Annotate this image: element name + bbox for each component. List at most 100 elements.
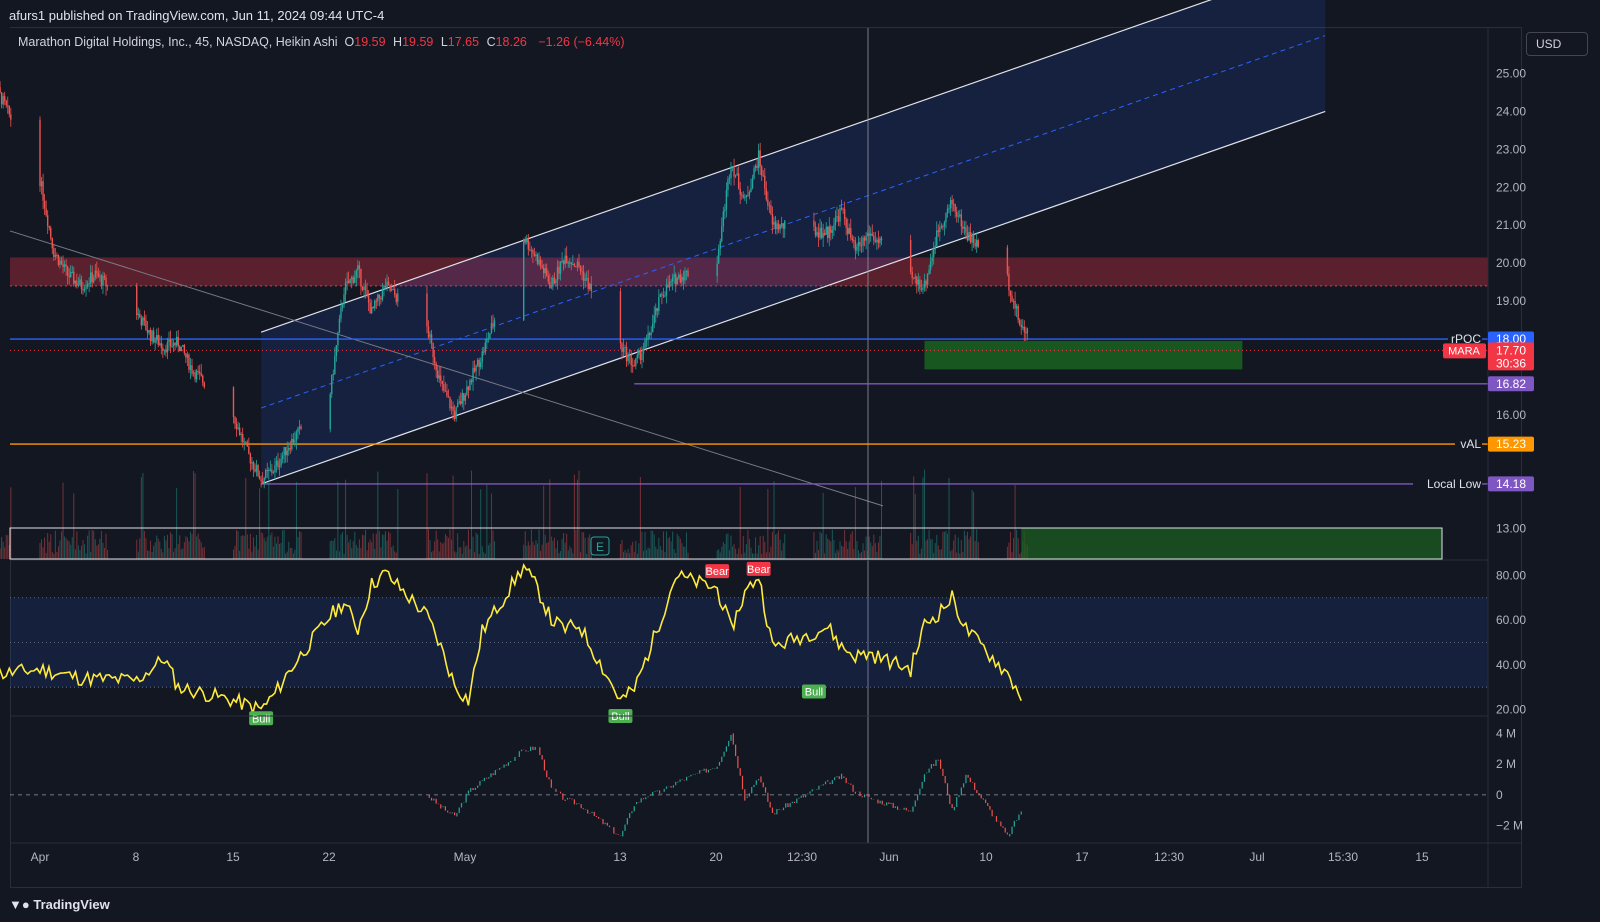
volume-bar xyxy=(438,551,440,559)
candle-body xyxy=(751,178,754,189)
volume-bar xyxy=(334,538,336,559)
volume-bar xyxy=(469,548,471,559)
candle-body xyxy=(871,233,873,236)
delta-pane[interactable] xyxy=(10,733,1488,837)
volume-bar xyxy=(466,545,468,559)
candle-body xyxy=(102,275,104,286)
volume-bar xyxy=(464,546,466,559)
volume-bar xyxy=(277,536,279,559)
volume-bar xyxy=(355,544,357,559)
volume-bar xyxy=(951,549,953,559)
candle-body xyxy=(682,276,685,281)
tradingview-logo[interactable]: ▼● TradingView xyxy=(9,897,110,912)
candle-body xyxy=(932,249,935,258)
level-label: Local Low xyxy=(1427,477,1481,491)
candle-body xyxy=(535,254,537,257)
volume-bar xyxy=(837,551,839,559)
volume-bar xyxy=(368,542,370,559)
candle-body xyxy=(940,226,943,228)
volume-bar xyxy=(853,549,855,559)
candle-body xyxy=(962,226,964,229)
volume-bar xyxy=(848,541,850,559)
price-tick-label: 25.00 xyxy=(1496,67,1526,81)
volume-bar xyxy=(833,540,835,559)
chart-svg[interactable]: E BullBullBullBearBearBull 25.0024.0023.… xyxy=(0,0,1600,922)
volume-bar xyxy=(744,552,746,559)
volume-bar xyxy=(870,542,872,559)
volume-bar xyxy=(366,550,368,559)
volume-bar xyxy=(472,536,474,559)
candle-body xyxy=(237,427,239,429)
candle-body xyxy=(252,462,255,470)
volume-bar xyxy=(2,541,4,559)
volume-bar xyxy=(352,541,354,559)
oscillator-pane[interactable]: BullBullBullBearBearBull xyxy=(0,561,1488,726)
volume-bar xyxy=(282,530,284,559)
candle-body xyxy=(753,168,755,179)
volume-bar xyxy=(735,548,737,559)
volume-bar xyxy=(917,535,919,559)
volume-bar xyxy=(681,543,683,559)
volume-bar xyxy=(68,541,70,559)
volume-bar xyxy=(934,542,936,559)
volume-bar xyxy=(88,530,90,559)
volume-bar xyxy=(182,548,184,559)
candle-body xyxy=(817,232,820,238)
candle-body xyxy=(538,259,540,265)
candle-body xyxy=(553,277,556,284)
candle-body xyxy=(481,351,483,363)
time-tick-label: 22 xyxy=(322,850,336,864)
brand-name: TradingView xyxy=(33,897,110,912)
time-tick-label: 15:30 xyxy=(1328,850,1358,864)
volume-bar xyxy=(145,538,147,559)
candle-body xyxy=(234,416,236,424)
volume-bar xyxy=(527,541,529,559)
candle-body xyxy=(656,308,658,312)
time-tick-label: 17 xyxy=(1075,850,1089,864)
candle-body xyxy=(473,367,476,372)
volume-bar xyxy=(162,552,164,559)
volume-bar xyxy=(369,539,371,559)
volume-bar xyxy=(280,542,282,559)
volume-bar xyxy=(538,529,540,559)
volume-bar xyxy=(378,531,380,559)
volume-bar xyxy=(150,540,152,559)
volume-bar xyxy=(371,542,373,559)
candle-body xyxy=(579,266,582,272)
candle-body xyxy=(625,347,628,362)
candle-body xyxy=(394,289,396,295)
symbol-legend[interactable]: Marathon Digital Holdings, Inc., 45, NAS… xyxy=(18,35,625,49)
candle-body xyxy=(10,114,12,120)
volume-bar xyxy=(173,551,175,559)
candle-body xyxy=(284,447,287,456)
candle-body xyxy=(370,307,373,314)
candle-body xyxy=(349,279,351,284)
volume-bar xyxy=(447,538,449,559)
candle-body xyxy=(278,465,281,468)
candle-body xyxy=(251,462,253,464)
volume-bar xyxy=(335,550,337,559)
candle-body xyxy=(194,372,196,380)
candle-body xyxy=(837,216,840,222)
candle-body xyxy=(443,384,445,391)
volume-bar xyxy=(733,544,735,559)
candle-body xyxy=(541,265,543,268)
candle-body xyxy=(564,255,566,265)
candle-body xyxy=(294,440,296,443)
volume-bar xyxy=(566,533,568,559)
candle-body xyxy=(458,401,460,404)
symbol-tag-label: MARA xyxy=(1448,345,1480,357)
volume-bar xyxy=(259,488,261,559)
volume-bar xyxy=(922,477,924,559)
volume-bar xyxy=(274,536,276,559)
candle-body xyxy=(337,332,339,346)
candle-body xyxy=(954,204,956,212)
volume-bar xyxy=(636,553,638,559)
volume-bar xyxy=(1017,538,1019,559)
candle-body xyxy=(859,242,861,246)
volume-bar xyxy=(555,548,557,559)
currency-button[interactable]: USD xyxy=(1526,32,1588,56)
candle-body xyxy=(145,320,147,331)
candle-body xyxy=(536,254,539,265)
candle-body xyxy=(241,433,244,443)
